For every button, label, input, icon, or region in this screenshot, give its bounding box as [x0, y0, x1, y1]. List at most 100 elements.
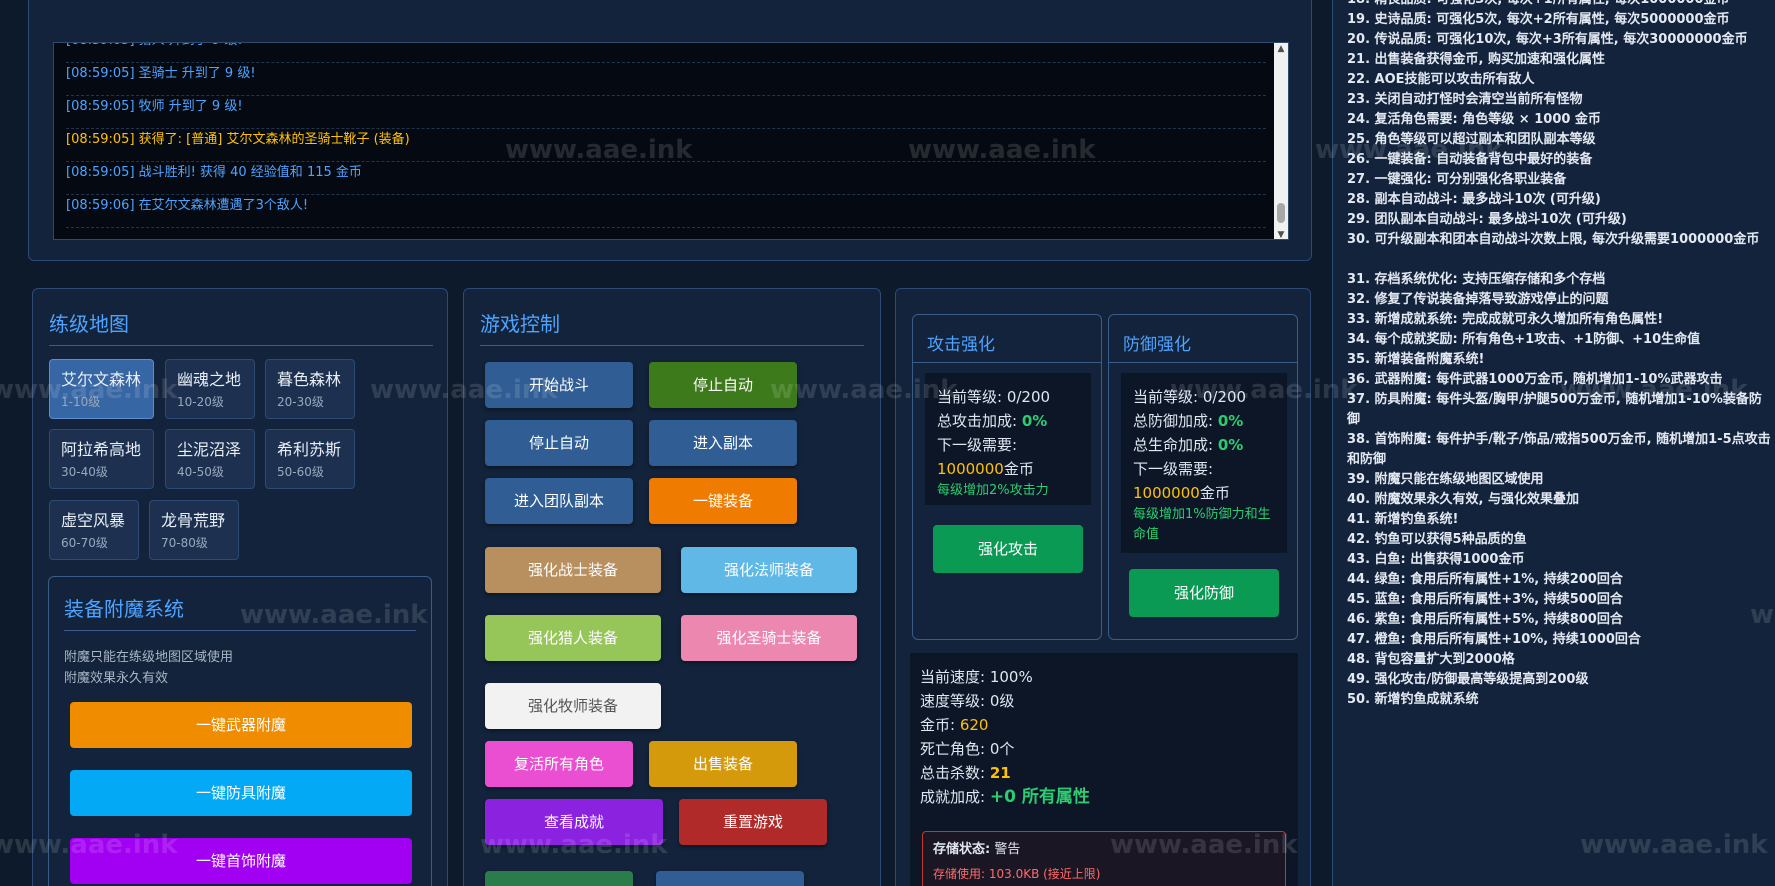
map-name: 暮色森林 — [277, 370, 342, 389]
map-item[interactable]: 尘泥沼泽 40-50级 — [165, 429, 255, 489]
enchant-armor-button[interactable]: 一键防具附魔 — [70, 770, 412, 816]
speed-row: 当前速度: 100% — [920, 665, 1288, 689]
speed-level-label: 速度等级: — [920, 692, 990, 710]
upgrade-attack-button[interactable]: 强化攻击 — [933, 525, 1083, 573]
map-item[interactable]: 龙骨荒野 70-80级 — [149, 500, 239, 560]
map-range: 60-70级 — [61, 536, 108, 550]
dead-row: 死亡角色: 0个 — [920, 737, 1288, 761]
sell-equipment-button[interactable]: 出售装备 — [649, 741, 797, 787]
game-control-panel: 游戏控制 开始战斗 停止自动 停止自动 进入副本 进入团队副本 一键装备 强化战… — [463, 288, 881, 886]
note-item: 49. 强化攻击/防御最高等级提高到200级 — [1347, 672, 1589, 687]
scroll-down-icon[interactable]: ▼ — [1274, 230, 1288, 239]
map-name: 幽魂之地 — [177, 370, 242, 389]
achievement-value: +0 所有属性 — [989, 787, 1090, 807]
map-name: 希利苏斯 — [277, 440, 342, 459]
upgrade-defense-button[interactable]: 强化防御 — [1129, 569, 1279, 617]
storage-status-box: 存储状态: 警告 存储使用: 103.0KB (接近上限) — [922, 831, 1286, 886]
attack-next-label: 下一级需要: — [937, 436, 1018, 454]
defense-hp-label: 总生命加成: — [1133, 436, 1218, 454]
upgrade-warrior-button[interactable]: 强化战士装备 — [485, 547, 661, 593]
map-item[interactable]: 阿拉希高地 30-40级 — [49, 429, 154, 489]
map-item[interactable]: 暮色森林 20-30级 — [265, 359, 355, 419]
log-line: [08:59:05] 战斗胜利! 获得 40 经验值和 115 金币 — [66, 162, 1266, 195]
note-item: 31. 存档系统优化: 支持压缩存储和多个存档 — [1347, 272, 1606, 287]
map-title: 练级地图 — [49, 308, 433, 346]
defense-bonus-row: 总防御加成: 0% — [1133, 409, 1275, 433]
revive-all-button[interactable]: 复活所有角色 — [485, 741, 633, 787]
reset-game-button[interactable]: 重置游戏 — [679, 799, 827, 845]
map-name: 阿拉希高地 — [61, 440, 142, 459]
battle-log-panel: [08:59:05] 猎人 升到了 9 级! [08:59:05] 圣骑士 升到… — [28, 0, 1312, 261]
upgrade-panel: 攻击强化 当前等级: 0/200 总攻击加成: 0% 下一级需要: 100000… — [895, 288, 1311, 886]
stop-auto-button-2[interactable]: 停止自动 — [485, 420, 633, 466]
note-item: 22. AOE技能可以攻击所有敌人 — [1347, 72, 1535, 87]
enchant-jewelry-button[interactable]: 一键首饰附魔 — [70, 838, 412, 884]
upgrade-paladin-button[interactable]: 强化圣骑士装备 — [681, 615, 857, 661]
gold-label: 金币: — [920, 716, 960, 734]
map-range: 40-50级 — [177, 465, 224, 479]
speed-value: 100% — [989, 668, 1033, 686]
upgrade-hunter-button[interactable]: 强化猎人装备 — [485, 615, 661, 661]
note-item: 35. 新增装备附魔系统! — [1347, 352, 1485, 367]
enter-dungeon-button[interactable]: 进入副本 — [649, 420, 797, 466]
note-item: 48. 背包容量扩大到2000格 — [1347, 652, 1515, 667]
note-item: 44. 绿鱼: 食用后所有属性+1%, 持续200回合 — [1347, 572, 1623, 587]
storage-usage: 存储使用: 103.0KB (接近上限) — [933, 867, 1101, 881]
start-battle-button[interactable]: 开始战斗 — [485, 362, 633, 408]
kills-label: 总击杀数: — [920, 764, 990, 782]
map-item[interactable]: 幽魂之地 10-20级 — [165, 359, 255, 419]
equip-all-button[interactable]: 一键装备 — [649, 478, 797, 524]
note-item: 39. 附魔只能在练级地图区域使用 — [1347, 472, 1544, 487]
storage-label: 存储状态: — [933, 842, 991, 857]
upgrade-mage-button[interactable]: 强化法师装备 — [681, 547, 857, 593]
note-item: 25. 角色等级可以超过副本和团队副本等级 — [1347, 132, 1596, 147]
update-notes: 18. 精良品质: 可强化3次, 每次+1所有属性, 每次1000000金币 19… — [1332, 0, 1775, 886]
attack-upgrade-panel: 攻击强化 当前等级: 0/200 总攻击加成: 0% 下一级需要: 100000… — [912, 314, 1102, 640]
battle-log[interactable]: [08:59:05] 猎人 升到了 9 级! [08:59:05] 圣骑士 升到… — [53, 42, 1289, 240]
log-line: [08:59:05] 猎人 升到了 9 级! — [66, 43, 1266, 63]
map-range: 50-60级 — [277, 465, 324, 479]
stop-auto-button[interactable]: 停止自动 — [649, 362, 797, 408]
enchant-title: 装备附魔系统 — [64, 593, 416, 631]
map-item[interactable]: 艾尔文森林 1-10级 — [49, 359, 154, 419]
control-title: 游戏控制 — [480, 308, 864, 346]
map-range: 10-20级 — [177, 395, 224, 409]
note-item: 30. 可升级副本和团本自动战斗次数上限, 每次升级需要1000000金币 — [1347, 232, 1760, 247]
attack-level-label: 当前等级: — [937, 388, 1007, 406]
defense-upgrade-title: 防御强化 — [1109, 315, 1297, 363]
note-item: 29. 团队副本自动战斗: 最多战斗10次 (可升级) — [1347, 212, 1627, 227]
note-item: 18. 精良品质: 可强化3次, 每次+1所有属性, 每次1000000金币 — [1347, 0, 1772, 10]
map-range: 1-10级 — [61, 395, 101, 409]
extra-button-2[interactable] — [656, 871, 804, 886]
log-line: [08:59:06] 在艾尔文森林遭遇了3个敌人! — [66, 195, 1266, 228]
map-item[interactable]: 希利苏斯 50-60级 — [265, 429, 355, 489]
note-item: 21. 出售装备获得金币, 购买加速和强化属性 — [1347, 52, 1606, 67]
scroll-up-icon[interactable]: ▲ — [1274, 44, 1288, 54]
achievement-row: 成就加成: +0 所有属性 — [920, 785, 1288, 809]
view-achievements-button[interactable]: 查看成就 — [485, 799, 663, 845]
note-item: 19. 史诗品质: 可强化5次, 每次+2所有属性, 每次5000000金币 — [1347, 12, 1730, 27]
upgrade-priest-button[interactable]: 强化牧师装备 — [485, 683, 661, 729]
note-item: 45. 蓝鱼: 食用后所有属性+3%, 持续500回合 — [1347, 592, 1623, 607]
note-item: 50. 新增钓鱼成就系统 — [1347, 692, 1479, 707]
note-item: 40. 附魔效果永久有效, 与强化效果叠加 — [1347, 492, 1580, 507]
note-item: 41. 新增钓鱼系统! — [1347, 512, 1459, 527]
defense-bonus-label: 总防御加成: — [1133, 412, 1218, 430]
attack-bonus-label: 总攻击加成: — [937, 412, 1022, 430]
enter-team-dungeon-button[interactable]: 进入团队副本 — [485, 478, 633, 524]
note-item: 32. 修复了传说装备掉落导致游戏停止的问题 — [1347, 292, 1609, 307]
status-box: 当前速度: 100% 速度等级: 0级 金币: 620 死亡角色: 0个 总击杀… — [910, 653, 1298, 886]
extra-button-1[interactable] — [485, 871, 633, 886]
map-range: 70-80级 — [161, 536, 208, 550]
defense-level-value: 0/200 — [1202, 388, 1247, 406]
speed-label: 当前速度: — [920, 668, 990, 686]
scroll-thumb[interactable] — [1277, 203, 1285, 223]
map-item[interactable]: 虚空风暴 60-70级 — [49, 500, 139, 560]
defense-hp-row: 总生命加成: 0% — [1133, 433, 1275, 457]
map-name: 虚空风暴 — [61, 511, 126, 530]
enchant-weapon-button[interactable]: 一键武器附魔 — [70, 702, 412, 748]
enchant-desc-permanent: 附魔效果永久有效 — [64, 671, 169, 686]
gold-row: 金币: 620 — [920, 713, 1288, 737]
defense-level-row: 当前等级: 0/200 — [1133, 385, 1275, 409]
log-scrollbar[interactable]: ▲ ▼ — [1274, 43, 1288, 239]
